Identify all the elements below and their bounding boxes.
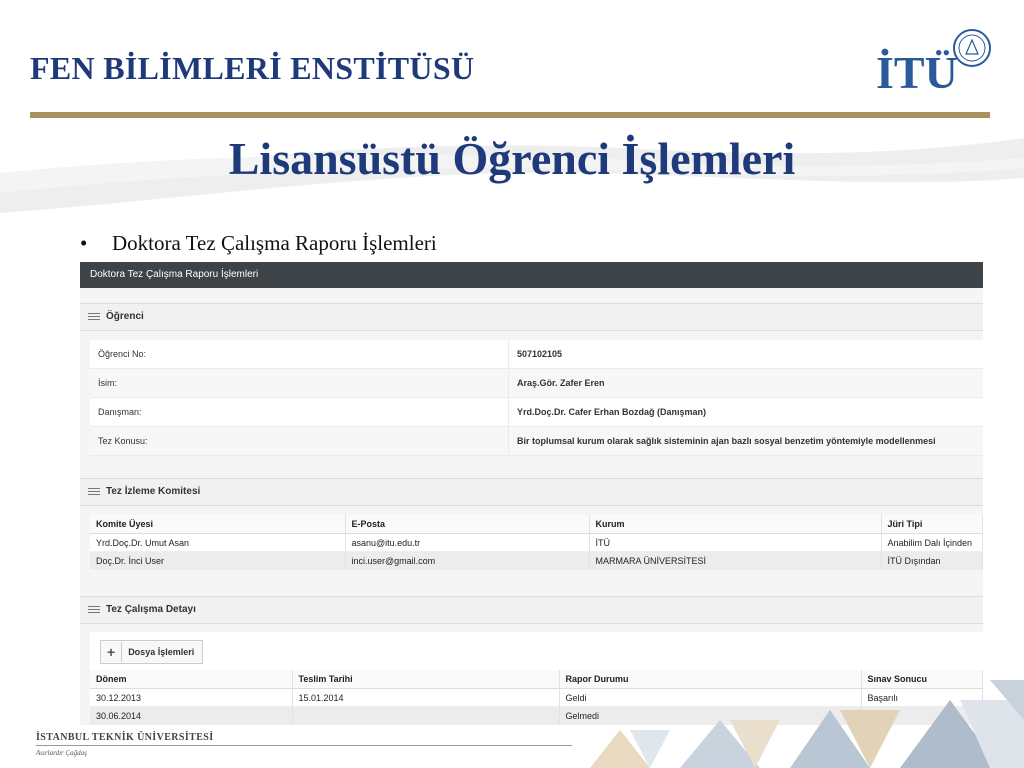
bullet-text: Doktora Tez Çalışma Raporu İşlemleri bbox=[112, 231, 437, 255]
table-cell: Doç.Dr. İnci User bbox=[90, 551, 346, 570]
detail-section-header[interactable]: Tez Çalışma Detayı bbox=[80, 596, 983, 624]
field-value: Araş.Gör. Zafer Eren bbox=[517, 378, 605, 388]
column-header[interactable]: Dönem bbox=[90, 670, 293, 689]
itu-logo: İTÜ bbox=[876, 28, 994, 98]
table-cell: İTÜ Dışından bbox=[881, 551, 983, 570]
student-row: İsim: Araş.Gör. Zafer Eren bbox=[90, 369, 983, 398]
table-cell: MARMARA ÜNİVERSİTESİ bbox=[589, 551, 882, 570]
table-cell: asanu@itu.edu.tr bbox=[345, 533, 590, 552]
committee-section-header[interactable]: Tez İzleme Komitesi bbox=[80, 478, 983, 506]
footer-divider bbox=[36, 745, 572, 746]
bullet-dot-icon: • bbox=[80, 231, 88, 255]
table-cell: İTÜ bbox=[589, 533, 882, 552]
institute-title: FEN BİLİMLERİ ENSTİTÜSÜ bbox=[30, 50, 475, 86]
menu-icon bbox=[88, 604, 100, 615]
university-seal-icon bbox=[953, 29, 991, 67]
student-row: Tez Konusu: Bir toplumsal kurum olarak sa… bbox=[90, 427, 983, 456]
column-header[interactable]: Kurum bbox=[589, 515, 882, 534]
field-label: Öğrenci No: bbox=[90, 340, 509, 368]
table-cell: 30.06.2014 bbox=[90, 706, 293, 725]
menu-icon bbox=[88, 486, 100, 497]
section-title: Öğrenci bbox=[106, 311, 144, 322]
column-header[interactable]: E-Posta bbox=[345, 515, 590, 534]
table-header-row: Komite Üyesi E-Posta Kurum Jüri Tipi bbox=[90, 515, 983, 534]
field-label: Tez Konusu: bbox=[90, 427, 509, 455]
footer-geometric-decoration bbox=[590, 680, 1024, 768]
table-cell: 15.01.2014 bbox=[292, 688, 560, 707]
section-title: Tez İzleme Komitesi bbox=[106, 486, 201, 497]
slide-title: Lisansüstü Öğrenci İşlemleri bbox=[228, 133, 796, 184]
section-title: Tez Çalışma Detayı bbox=[106, 604, 196, 615]
column-header[interactable]: Teslim Tarihi bbox=[292, 670, 560, 689]
app-window: Doktora Tez Çalışma Raporu İşlemleri Öğr… bbox=[80, 262, 983, 725]
logo-text: İTÜ bbox=[876, 47, 958, 98]
column-header[interactable]: Jüri Tipi bbox=[881, 515, 983, 534]
table-cell: Anabilim Dalı İçinden bbox=[881, 533, 983, 552]
button-label: Dosya İşlemleri bbox=[128, 647, 195, 657]
gold-divider bbox=[30, 112, 990, 118]
field-label: Danışman: bbox=[90, 398, 509, 426]
student-info: Öğrenci No: 507102105 İsim: Araş.Gör. Zafe… bbox=[90, 340, 983, 456]
field-label: İsim: bbox=[90, 369, 509, 397]
bullet-item: • Doktora Tez Çalışma Raporu İşlemleri bbox=[80, 231, 437, 256]
field-value: Bir toplumsal kurum olarak sağlık sistem… bbox=[517, 436, 936, 446]
table-cell: 30.12.2013 bbox=[90, 688, 293, 707]
file-operations-button[interactable]: + Dosya İşlemleri bbox=[100, 640, 204, 664]
footer-university-name: İSTANBUL TEKNİK ÜNİVERSİTESİ bbox=[36, 732, 214, 743]
student-section-header[interactable]: Öğrenci bbox=[80, 303, 983, 331]
menu-icon bbox=[88, 311, 100, 322]
table-cell bbox=[292, 706, 560, 725]
student-row: Danışman: Yrd.Doç.Dr. Cafer Erhan Bozdağ … bbox=[90, 398, 983, 427]
plus-icon: + bbox=[107, 642, 123, 662]
table-cell: Yrd.Doç.Dr. Umut Asan bbox=[90, 533, 346, 552]
table-row[interactable]: Yrd.Doç.Dr. Umut Asan asanu@itu.edu.tr İ… bbox=[90, 533, 983, 552]
footer-motto: Asırlardır Çağdaş bbox=[36, 749, 87, 757]
student-row: Öğrenci No: 507102105 bbox=[90, 340, 983, 369]
field-value: 507102105 bbox=[517, 349, 563, 359]
table-row[interactable]: Doç.Dr. İnci User inci.user@gmail.com MA… bbox=[90, 551, 983, 570]
committee-table-wrap: Komite Üyesi E-Posta Kurum Jüri Tipi Yrd… bbox=[90, 515, 983, 570]
app-header: Doktora Tez Çalışma Raporu İşlemleri bbox=[80, 262, 983, 288]
table-cell: inci.user@gmail.com bbox=[345, 551, 590, 570]
committee-table: Komite Üyesi E-Posta Kurum Jüri Tipi Yrd… bbox=[90, 515, 983, 570]
field-value: Yrd.Doç.Dr. Cafer Erhan Bozdağ (Danışman… bbox=[517, 407, 707, 417]
column-header[interactable]: Komite Üyesi bbox=[90, 515, 346, 534]
